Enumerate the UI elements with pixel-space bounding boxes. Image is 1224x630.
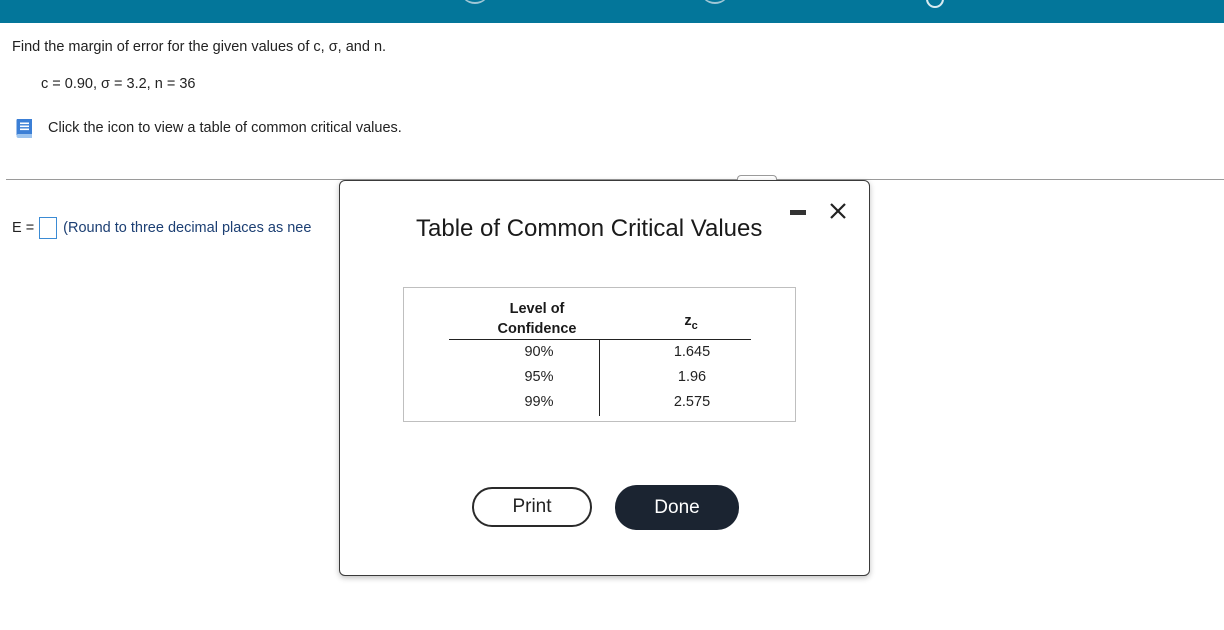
margin-of-error-input[interactable] bbox=[39, 217, 58, 239]
minimize-button[interactable] bbox=[788, 206, 810, 220]
close-icon[interactable] bbox=[828, 201, 848, 221]
dialog-title: Table of Common Critical Values bbox=[416, 215, 763, 242]
table-row: 90% 1.645 bbox=[404, 344, 797, 364]
confidence-level-cell: 95% bbox=[524, 369, 554, 385]
z-critical-cell: 2.575 bbox=[673, 394, 711, 410]
header-z-subscript: c bbox=[691, 319, 698, 332]
header-level-of-confidence: Level of Confidence bbox=[482, 299, 592, 339]
table-row: 99% 2.575 bbox=[404, 394, 797, 414]
critical-values-hint: Click the icon to view a table of common… bbox=[12, 115, 402, 141]
header-circle-icon bbox=[926, 0, 944, 8]
book-icon[interactable] bbox=[12, 116, 36, 140]
hint-text: Click the icon to view a table of common… bbox=[48, 120, 402, 136]
header-level-line2: Confidence bbox=[497, 321, 577, 337]
answer-label: E = bbox=[12, 220, 35, 236]
z-critical-cell: 1.645 bbox=[673, 344, 711, 360]
header-nav-arc bbox=[460, 0, 490, 4]
top-header-bar bbox=[0, 0, 1224, 23]
header-nav-arc bbox=[700, 0, 730, 4]
header-level-line1: Level of bbox=[509, 301, 565, 317]
critical-values-table: Level of Confidence zc 90% 1.645 95% 1.9… bbox=[403, 287, 796, 422]
done-button[interactable]: Done bbox=[615, 485, 739, 530]
z-critical-cell: 1.96 bbox=[677, 369, 707, 385]
header-z-symbol: z bbox=[684, 313, 692, 329]
question-text: Find the margin of error for the given v… bbox=[12, 39, 387, 55]
rounding-instruction: (Round to three decimal places as nee bbox=[63, 220, 312, 236]
header-z-critical: zc bbox=[669, 313, 713, 332]
table-header-rule bbox=[449, 339, 751, 340]
confidence-level-cell: 99% bbox=[524, 394, 554, 410]
answer-row: E = (Round to three decimal places as ne… bbox=[12, 217, 311, 239]
confidence-level-cell: 90% bbox=[524, 344, 554, 360]
table-row: 95% 1.96 bbox=[404, 369, 797, 389]
minimize-icon bbox=[790, 210, 806, 215]
critical-values-dialog: Table of Common Critical Values Level of… bbox=[339, 180, 870, 576]
print-button[interactable]: Print bbox=[472, 487, 592, 527]
given-values: c = 0.90, σ = 3.2, n = 36 bbox=[41, 76, 196, 92]
